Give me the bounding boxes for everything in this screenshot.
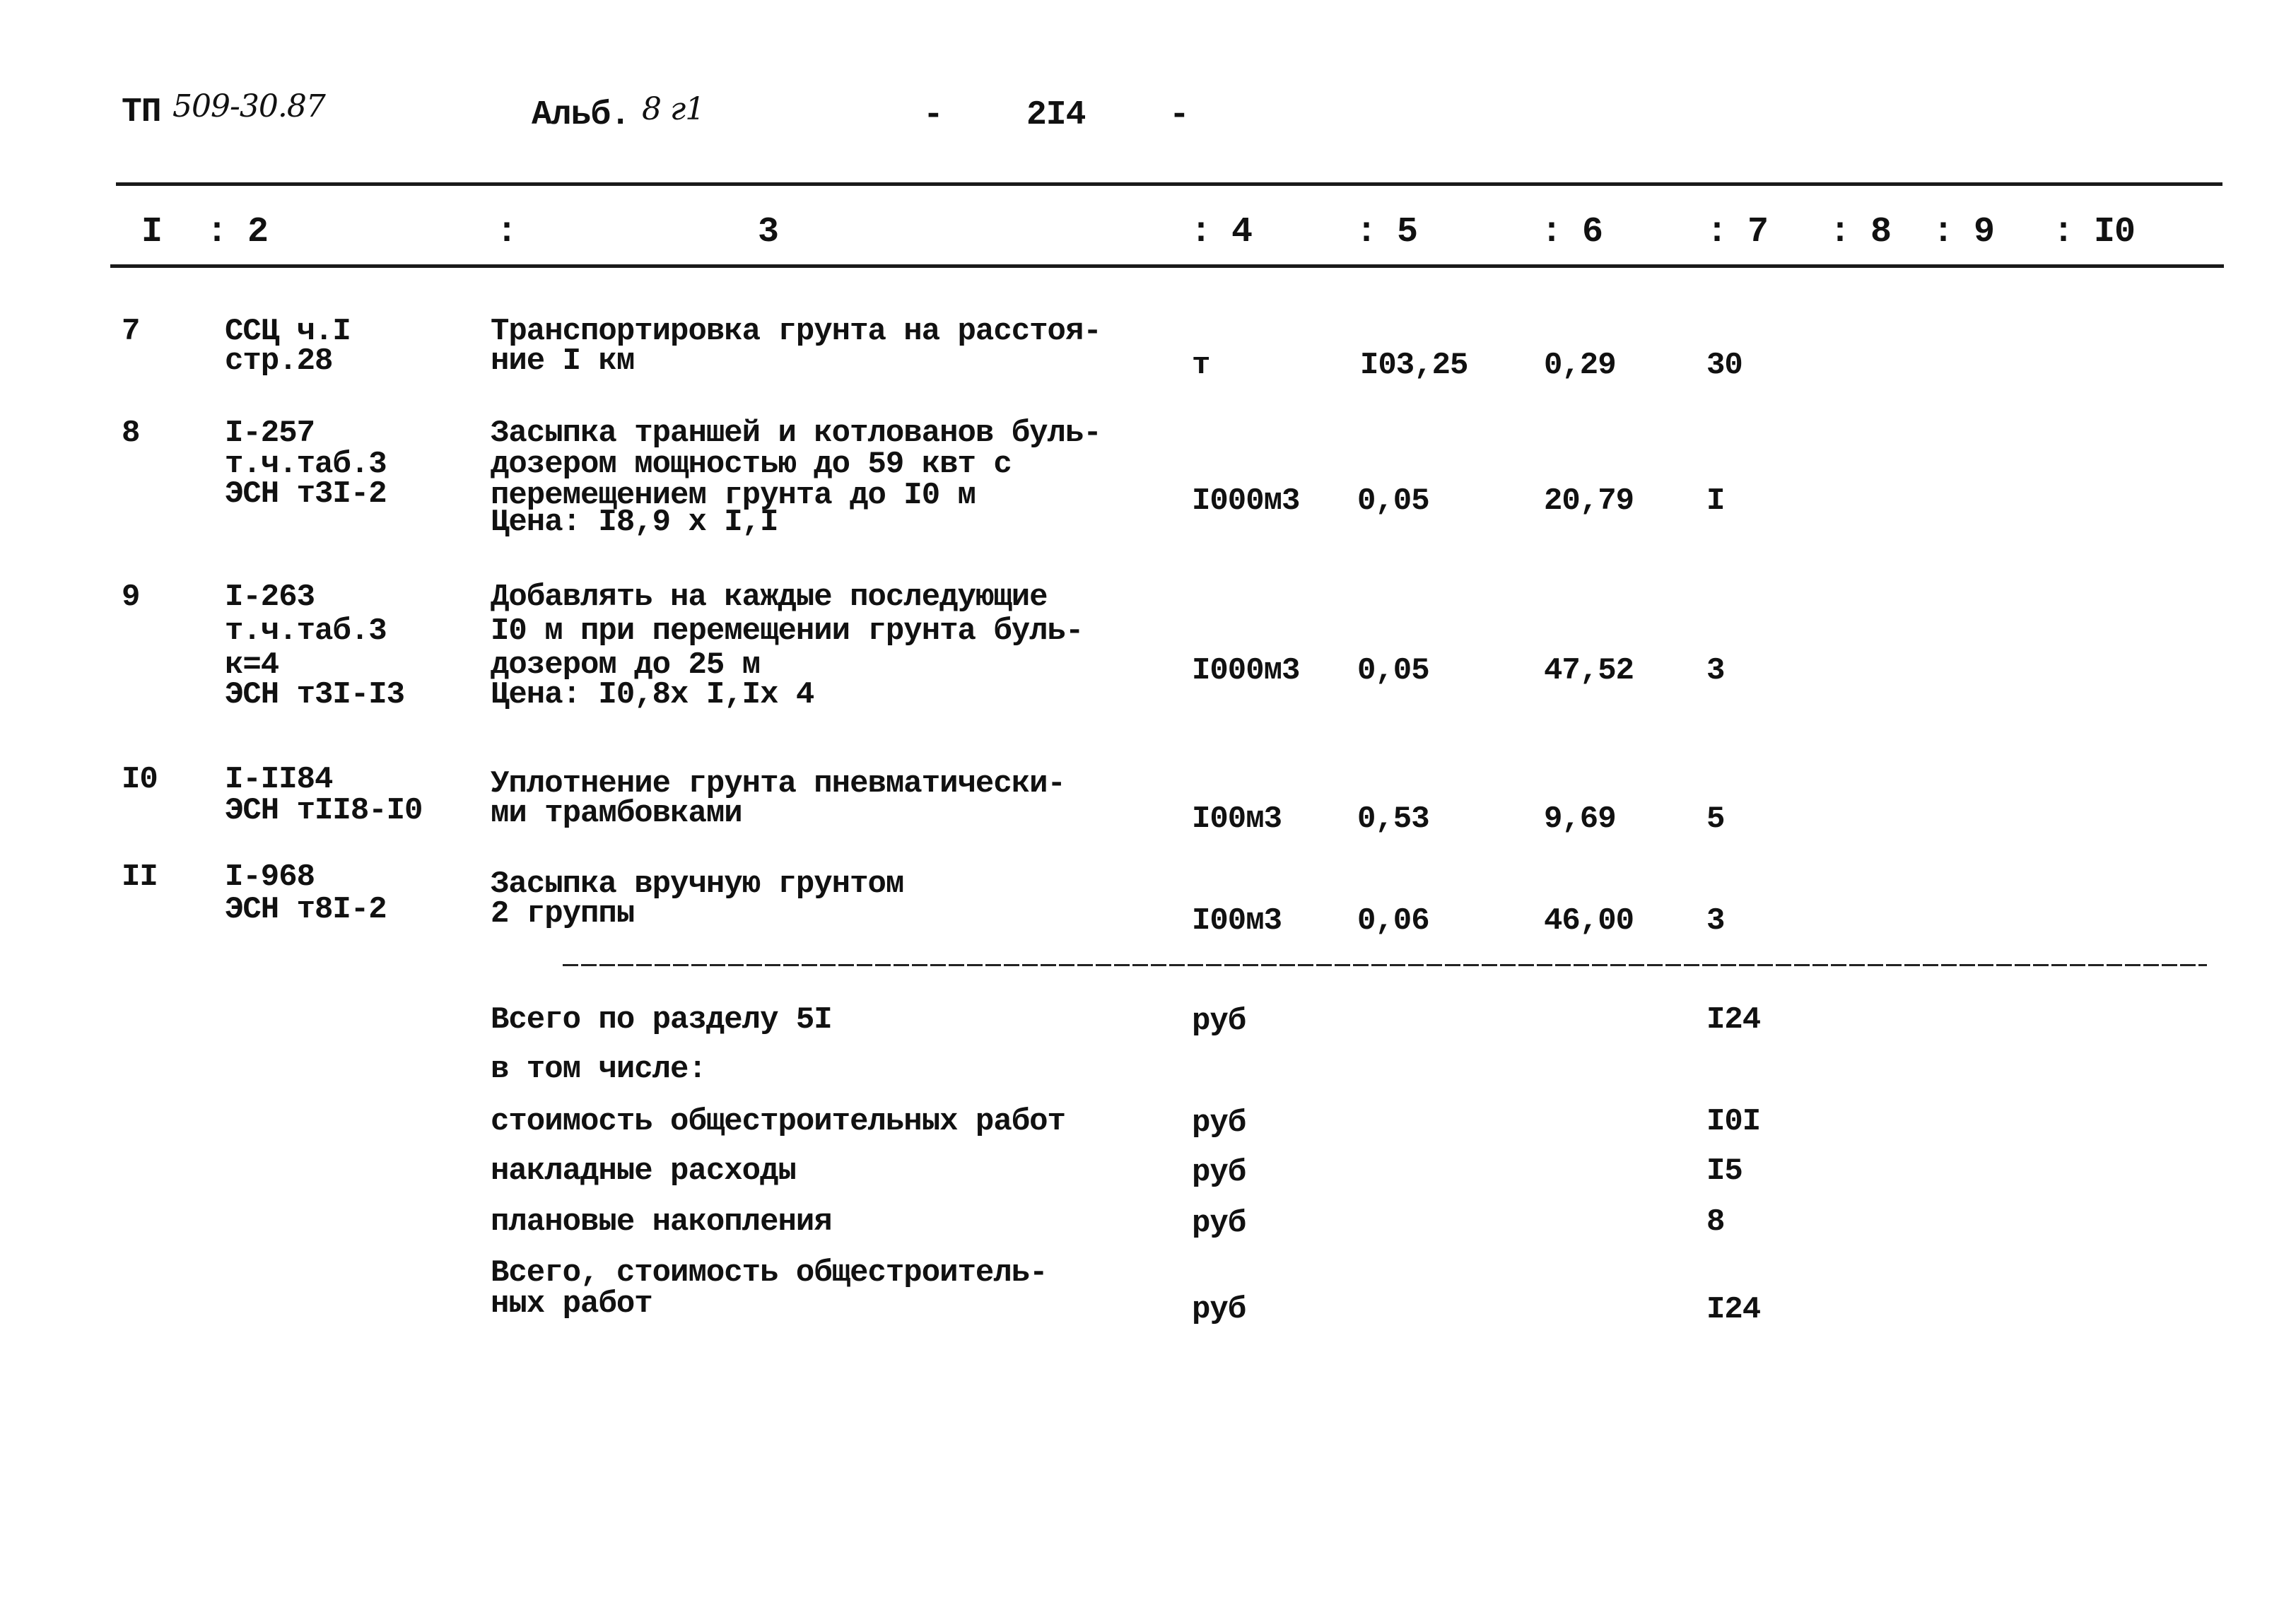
row-number: 8	[122, 416, 140, 451]
header-bottom-rule	[110, 264, 2224, 268]
row-description-line: I0 м при перемещении грунта буль-	[491, 613, 1084, 649]
summary-total: I24	[1706, 1292, 1761, 1327]
row-code-line: I-257	[225, 416, 315, 451]
summary-unit: руб	[1192, 1292, 1246, 1327]
summary-unit: руб	[1192, 1206, 1246, 1241]
row-code-line: I-263	[225, 580, 315, 615]
summary-label: стоимость общестроительных работ	[491, 1104, 1066, 1139]
doc-code-handwritten: 509-30.87	[172, 88, 326, 124]
row-quantity: 0,05	[1357, 653, 1430, 688]
row-description-line: дозером мощностью до 59 квт с	[491, 447, 1012, 482]
column-header-10: : I0	[2053, 212, 2136, 252]
summary-total: I5	[1706, 1153, 1743, 1189]
row-description-line: 2 группы	[491, 896, 635, 932]
row-code-line: I-II84	[225, 762, 333, 797]
column-header-2: : 2	[206, 212, 269, 252]
row-unit-price: 47,52	[1544, 653, 1634, 688]
row-description-line: Цена: I8,9 х I,I	[491, 505, 778, 540]
column-header-sep: :	[496, 212, 517, 252]
column-header-9: : 9	[1933, 212, 1995, 252]
row-code-line: ЭСН т8I-2	[225, 892, 387, 927]
row-number: 7	[122, 314, 140, 349]
row-unit: т	[1192, 348, 1210, 383]
album-label: Альб.	[532, 96, 631, 134]
summary-unit: руб	[1192, 1004, 1246, 1039]
row-code-line: ЭСН тII8-I0	[225, 793, 423, 828]
row-unit-price: 9,69	[1544, 802, 1617, 837]
row-quantity: 0,05	[1357, 483, 1430, 519]
summary-label: плановые накопления	[491, 1204, 833, 1240]
row-description-line: Цена: I0,8х I,Iх 4	[491, 677, 814, 712]
summary-label: Всего, стоимость общестроитель-	[491, 1255, 1048, 1291]
row-total: 5	[1706, 802, 1725, 837]
row-code-line: ЭСН т3I-I3	[225, 677, 405, 712]
page-dash-right: -	[1169, 96, 1190, 134]
row-description-line: ми трамбовками	[491, 796, 743, 831]
row-number: 9	[122, 580, 140, 615]
row-number: II	[122, 859, 158, 895]
row-unit: I000м3	[1192, 483, 1300, 519]
row-unit-price: 0,29	[1544, 348, 1617, 383]
row-number: I0	[122, 762, 158, 797]
album-number-handwritten: 8 г1	[642, 91, 705, 127]
summary-label: накладные расходы	[491, 1153, 797, 1189]
doc-code-prefix: ТП	[122, 93, 162, 131]
row-unit: I00м3	[1192, 903, 1282, 939]
column-header-3: 3	[758, 212, 779, 252]
row-description-line: Засыпка траншей и котлованов буль-	[491, 416, 1102, 451]
row-code-line: ЭСН т3I-2	[225, 476, 387, 512]
row-unit: I00м3	[1192, 802, 1282, 837]
summary-unit: руб	[1192, 1105, 1246, 1141]
column-header-1: I	[141, 212, 163, 252]
summary-label: в том числе:	[491, 1052, 707, 1087]
top-rule	[116, 182, 2222, 186]
row-code-line: I-968	[225, 859, 315, 895]
row-unit-price: 20,79	[1544, 483, 1634, 519]
row-quantity: I03,25	[1360, 348, 1468, 383]
summary-label: ных работ	[491, 1286, 653, 1322]
summary-divider	[563, 964, 2207, 966]
row-unit: I000м3	[1192, 653, 1300, 688]
row-total: 3	[1706, 653, 1725, 688]
row-quantity: 0,06	[1357, 903, 1430, 939]
page-number: 2I4	[1026, 96, 1086, 134]
row-code-line: т.ч.таб.3	[225, 613, 387, 649]
row-total: 30	[1706, 348, 1743, 383]
summary-total: 8	[1706, 1204, 1725, 1240]
page-dash-left: -	[923, 96, 944, 134]
row-description-line: Добавлять на каждые последующие	[491, 580, 1048, 615]
column-header-5: : 5	[1356, 212, 1418, 252]
summary-label: Всего по разделу 5I	[491, 1002, 833, 1038]
summary-unit: руб	[1192, 1155, 1246, 1190]
column-header-6: : 6	[1541, 212, 1603, 252]
row-code-line: стр.28	[225, 344, 333, 379]
column-header-8: : 8	[1829, 212, 1892, 252]
row-unit-price: 46,00	[1544, 903, 1634, 939]
column-header-7: : 7	[1706, 212, 1769, 252]
column-header-4: : 4	[1190, 212, 1253, 252]
row-total: 3	[1706, 903, 1725, 939]
row-description-line: ние I км	[491, 344, 635, 379]
row-quantity: 0,53	[1357, 802, 1430, 837]
summary-total: I24	[1706, 1002, 1761, 1038]
summary-total: I0I	[1706, 1104, 1761, 1139]
row-total: I	[1706, 483, 1725, 519]
